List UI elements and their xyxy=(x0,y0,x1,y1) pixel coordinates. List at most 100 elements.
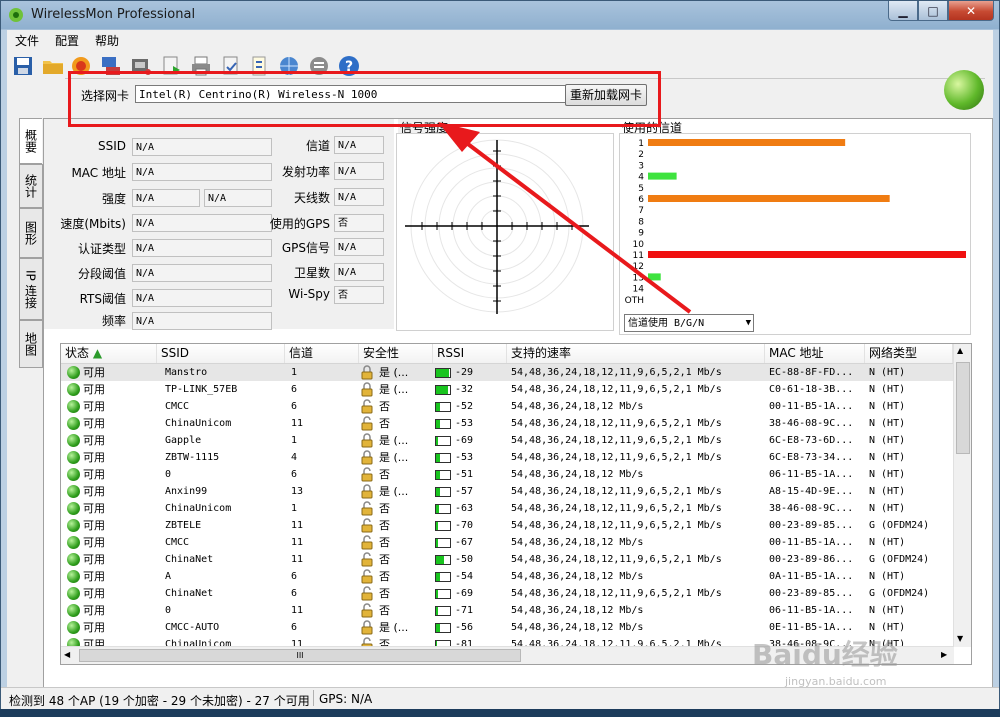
table-row[interactable]: 可用 0 11 否 -71 54,48,36,24,18,12 Mb/s 06-11-B5-… xyxy=(61,602,953,619)
lock-icon xyxy=(361,365,373,380)
rates-cell: 54,48,36,24,18,12 Mb/s xyxy=(511,537,644,548)
table-row[interactable]: 可用 ChinaNet 11 否 -50 54,48,36,24,18,12,11,9,6… xyxy=(61,551,953,568)
save-icon[interactable] xyxy=(11,54,35,78)
status-ok-icon xyxy=(67,451,80,464)
col-security[interactable]: 安全性 xyxy=(359,344,433,363)
table-row[interactable]: 可用 CMCC 11 否 -67 54,48,36,24,18,12 Mb/s 00-11-… xyxy=(61,534,953,551)
security-text: 是 (... xyxy=(379,383,409,396)
mac-cell: 00-23-89-86... xyxy=(769,554,854,565)
rssi-level-fill xyxy=(436,624,440,632)
chevron-down-icon[interactable]: ▼ xyxy=(746,315,751,332)
rssi-level-fill xyxy=(436,488,440,496)
rssi-text: -52 xyxy=(455,401,474,412)
table-row[interactable]: 可用 0 6 否 -51 54,48,36,24,18,12 Mb/s 06-11-B5-1… xyxy=(61,466,953,483)
mac-value: N/A xyxy=(132,163,272,181)
vertical-scrollbar[interactable]: ▲ ▼ xyxy=(953,344,971,647)
antennas-value: N/A xyxy=(334,188,384,206)
rssi-text: -53 xyxy=(455,452,474,463)
ssid-cell: ChinaNet xyxy=(165,588,214,599)
unlocked-icon xyxy=(361,501,373,516)
tab-overview-label: 概要 xyxy=(23,129,38,153)
security-cell: 是 (... xyxy=(359,381,433,398)
channel-cell: 11 xyxy=(291,418,304,429)
status-cell: 可用 xyxy=(61,415,157,432)
status-text: 可用 xyxy=(83,417,105,430)
channel-bar-1 xyxy=(648,139,846,146)
lock-icon xyxy=(361,620,373,635)
tab-statistics[interactable]: 统计 xyxy=(19,164,43,208)
table-row[interactable]: 可用 TP-LINK_57EB 6 是 (... -32 54,48,36,24,18,1… xyxy=(61,381,953,398)
minimize-button[interactable]: ▁ xyxy=(888,1,918,21)
title-bar[interactable]: WirelessMon Professional ▁ □ ✕ xyxy=(1,1,999,29)
menu-file[interactable]: 文件 xyxy=(7,30,47,49)
table-row[interactable]: 可用 Gapple 1 是 (... -69 54,48,36,24,18,12,11,9… xyxy=(61,432,953,449)
channel-cell: 11 xyxy=(291,537,304,548)
tab-map[interactable]: 地图 xyxy=(19,320,43,368)
table-row[interactable]: 可用 CMCC 6 否 -52 54,48,36,24,18,12 Mb/s 00-11-B… xyxy=(61,398,953,415)
tab-graph[interactable]: 图形 xyxy=(19,208,43,258)
security-text: 否 xyxy=(379,502,390,515)
security-cell: 是 (... xyxy=(359,432,433,449)
rts-value: N/A xyxy=(132,289,272,307)
gps-used-value: 否 xyxy=(334,214,384,232)
horizontal-scroll-thumb[interactable]: III xyxy=(79,649,521,662)
status-cell: 可用 xyxy=(61,551,157,568)
col-ssid[interactable]: SSID xyxy=(157,344,285,363)
table-row[interactable]: 可用 ChinaNet 6 否 -69 54,48,36,24,18,12,11,9,6,… xyxy=(61,585,953,602)
col-rssi[interactable]: RSSI xyxy=(433,344,507,363)
tab-ip-connection[interactable]: IP 连接 xyxy=(19,258,43,320)
channel-usage-chart: 1 2 3 4 5 6 7 8 9 10 11 12 13 14 OTH xyxy=(619,133,971,335)
close-button[interactable]: ✕ xyxy=(948,1,994,21)
col-status[interactable]: 状态 ▲ xyxy=(61,344,157,363)
col-mac[interactable]: MAC 地址 xyxy=(765,344,865,363)
security-cell: 否 xyxy=(359,534,433,551)
security-cell: 否 xyxy=(359,466,433,483)
scroll-left-icon[interactable]: ◀ xyxy=(64,650,70,659)
status-text: 可用 xyxy=(83,451,105,464)
channel-axis-label: 3 xyxy=(638,161,644,171)
ssid-cell: ChinaUnicom xyxy=(165,503,232,514)
col-channel[interactable]: 信道 xyxy=(285,344,359,363)
status-cell: 可用 xyxy=(61,381,157,398)
rates-cell: 54,48,36,24,18,12,11,9,6,5,2,1 Mb/s xyxy=(511,503,722,514)
menu-bar: 文件 配置 帮助 xyxy=(7,30,993,49)
rssi-text: -69 xyxy=(455,588,474,599)
channel-axis-label: 2 xyxy=(638,150,644,160)
open-folder-icon[interactable] xyxy=(41,54,65,78)
status-cell: 可用 xyxy=(61,449,157,466)
tab-overview[interactable]: 概要 xyxy=(19,118,42,164)
net-type-cell: N (HT) xyxy=(869,537,906,548)
highlight-box xyxy=(68,71,661,127)
ssid-cell: CMCC xyxy=(165,537,190,548)
table-row[interactable]: 可用 ZBTELE 11 否 -70 54,48,36,24,18,12,11,9,6,5… xyxy=(61,517,953,534)
rssi-cell: -53 xyxy=(433,415,507,432)
table-row[interactable]: 可用 ZBTW-1115 4 是 (... -53 54,48,36,24,18,12,1… xyxy=(61,449,953,466)
rates-cell: 54,48,36,24,18,12 Mb/s xyxy=(511,605,644,616)
table-row[interactable]: 可用 Anxin99 13 是 (... -57 54,48,36,24,18,12,11… xyxy=(61,483,953,500)
security-text: 否 xyxy=(379,553,390,566)
table-row[interactable]: 可用 ChinaUnicom 11 否 -53 54,48,36,24,18,12,11,… xyxy=(61,415,953,432)
channel-usage-select[interactable]: 信道使用 B/G/N ▼ xyxy=(624,314,754,332)
menu-help[interactable]: 帮助 xyxy=(87,30,127,49)
auth-label: 认证类型 xyxy=(77,242,126,256)
channel-cell: 6 xyxy=(291,622,298,633)
satellites-value: N/A xyxy=(334,263,384,281)
mac-cell: 0A-11-B5-1A... xyxy=(769,571,854,582)
rssi-text: -70 xyxy=(455,520,474,531)
scroll-up-icon[interactable]: ▲ xyxy=(957,346,963,355)
col-net-type[interactable]: 网络类型 xyxy=(865,344,953,363)
ssid-cell: Anxin99 xyxy=(165,486,208,497)
ssid-cell: CMCC xyxy=(165,401,190,412)
table-row[interactable]: 可用 ChinaUnicom 1 否 -63 54,48,36,24,18,12,11,9… xyxy=(61,500,953,517)
col-rates[interactable]: 支持的速率 xyxy=(507,344,765,363)
maximize-button[interactable]: □ xyxy=(918,1,948,21)
rssi-level-fill xyxy=(436,539,438,547)
lock-icon xyxy=(361,484,373,499)
vertical-scroll-thumb[interactable] xyxy=(956,362,970,454)
table-row[interactable]: 可用 A 6 否 -54 54,48,36,24,18,12 Mb/s 0A-11-B5-1… xyxy=(61,568,953,585)
menu-config[interactable]: 配置 xyxy=(47,30,87,49)
rates-cell: 54,48,36,24,18,12,11,9,6,5,2,1 Mb/s xyxy=(511,520,722,531)
rssi-cell: -51 xyxy=(433,466,507,483)
security-cell: 否 xyxy=(359,517,433,534)
table-row[interactable]: 可用 Manstro 1 是 (... -29 54,48,36,24,18,12,11,… xyxy=(61,364,953,381)
